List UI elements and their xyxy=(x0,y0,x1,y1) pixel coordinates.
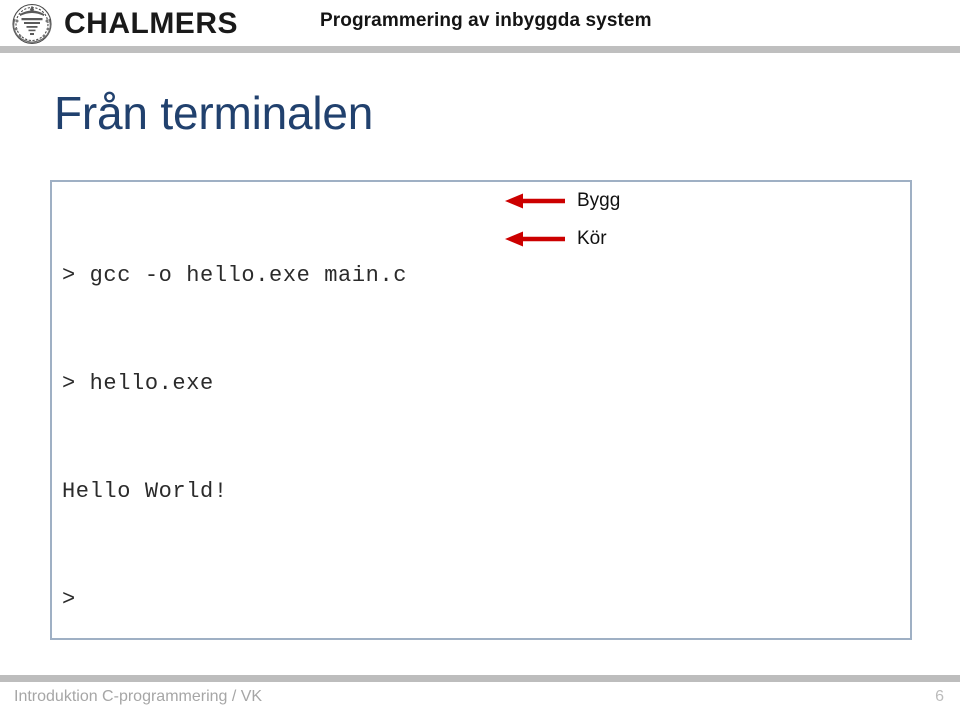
annotation-label-kor: Kör xyxy=(577,228,607,249)
footer-course-label: Introduktion C-programmering / VK xyxy=(14,688,263,705)
page-title: Från terminalen xyxy=(54,87,374,139)
header-divider xyxy=(0,46,960,53)
arrow-left-icon xyxy=(503,190,565,212)
terminal-transcript: > gcc -o hello.exe main.c > hello.exe He… xyxy=(62,186,407,654)
footer-divider xyxy=(0,675,960,682)
course-title: Programmering av inbyggda system xyxy=(320,10,652,31)
slide-header: CHALMERS Programmering av inbyggda syste… xyxy=(0,0,960,45)
chalmers-wordmark: CHALMERS xyxy=(64,7,238,40)
chalmers-crest-icon xyxy=(8,1,56,45)
page-number: 6 xyxy=(935,688,944,705)
terminal-line: > hello.exe xyxy=(62,371,214,396)
terminal-line: > xyxy=(62,587,76,612)
chalmers-logo: CHALMERS xyxy=(8,1,238,45)
terminal-line: > gcc -o hello.exe main.c xyxy=(62,263,408,288)
annotation-bygg: Bygg xyxy=(503,190,620,212)
annotation-label-bygg: Bygg xyxy=(577,190,621,211)
annotation-kor: Kör xyxy=(503,228,607,250)
arrow-left-icon xyxy=(503,228,565,250)
terminal-line: Hello World! xyxy=(62,479,228,504)
